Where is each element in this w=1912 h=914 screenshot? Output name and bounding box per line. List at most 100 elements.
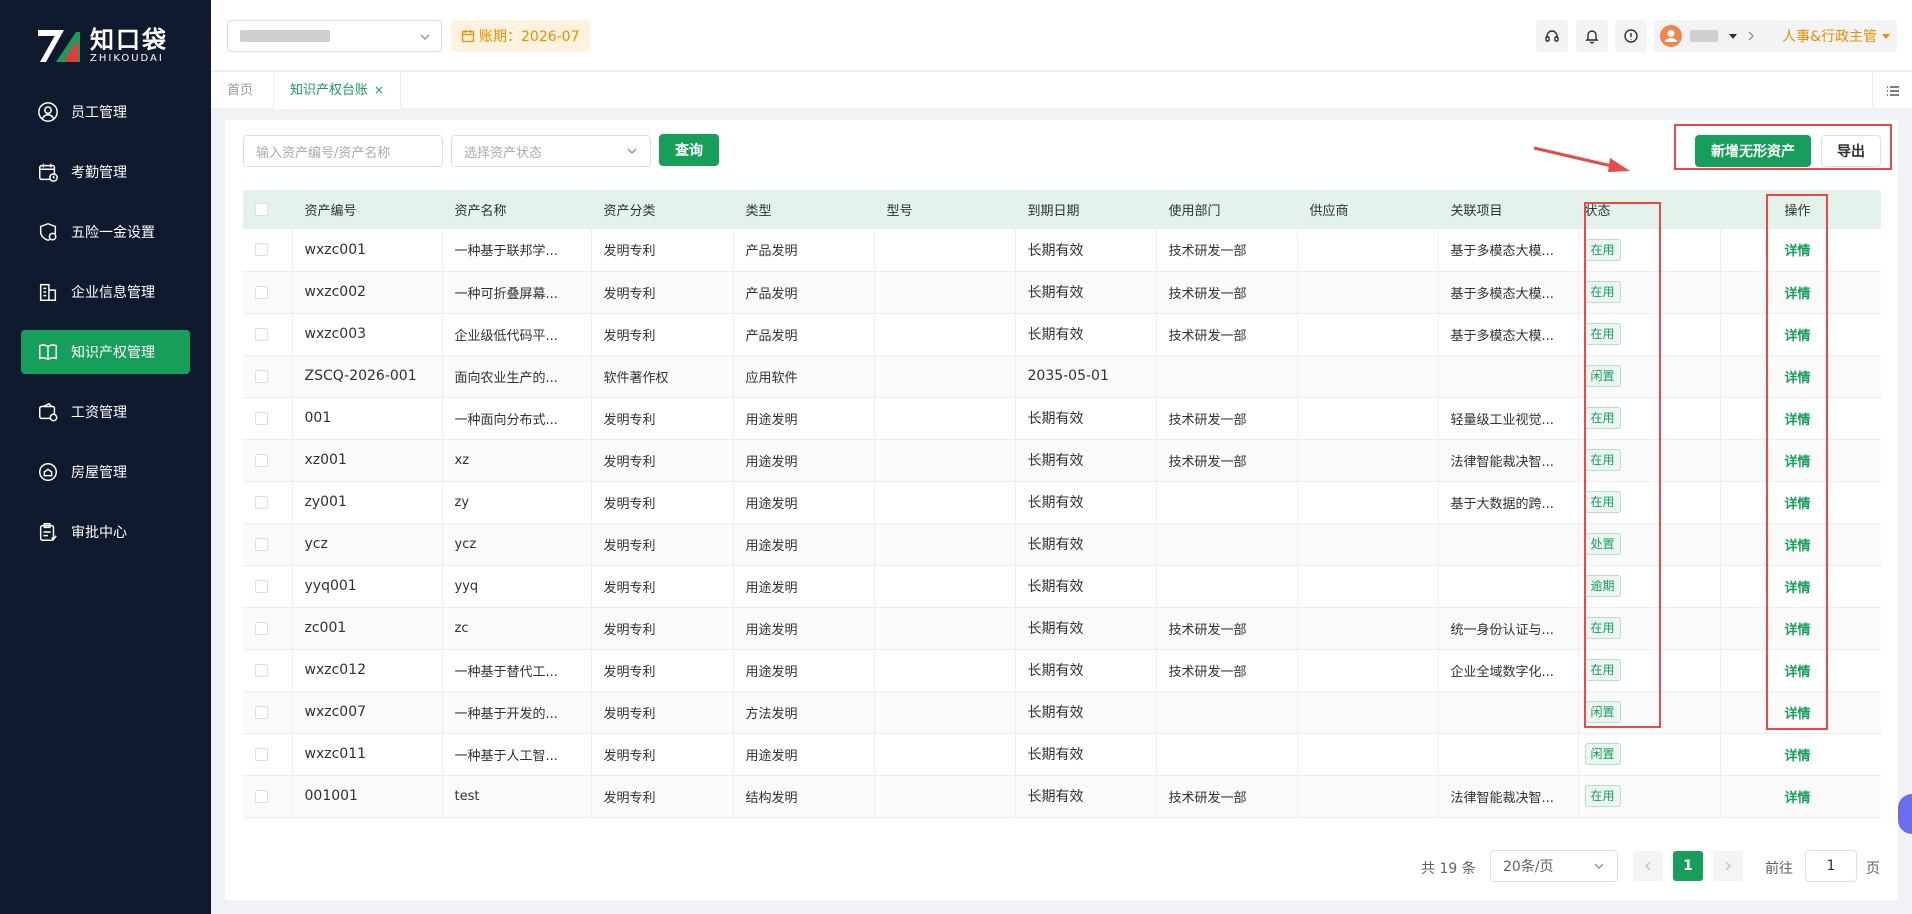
- row-checkbox[interactable]: [255, 705, 268, 719]
- row-checkbox[interactable]: [255, 789, 268, 803]
- notification-button[interactable]: [1576, 20, 1608, 52]
- prev-page-button[interactable]: [1633, 851, 1663, 881]
- sidebar-item-ip[interactable]: 知识产权管理: [21, 330, 190, 374]
- tabs-menu-button[interactable]: [1872, 72, 1912, 109]
- company-name-redacted: [240, 30, 330, 42]
- status-badge: 闲置: [1584, 365, 1621, 387]
- sidebar-item-attendance[interactable]: 考勤管理: [21, 150, 190, 194]
- table-row: wxzc011 一种基于人工智... 发明专利 用途发明 长期有效 闲置 详情: [243, 733, 1881, 776]
- sidebar-item-approval[interactable]: 审批中心: [21, 510, 190, 554]
- row-checkbox[interactable]: [255, 747, 268, 761]
- status-select[interactable]: 选择资产状态: [451, 135, 651, 167]
- row-checkbox[interactable]: [255, 621, 268, 635]
- sidebar-item-label: 房屋管理: [71, 465, 127, 481]
- row-checkbox[interactable]: [255, 663, 268, 677]
- detail-link[interactable]: 详情: [1785, 539, 1811, 554]
- page-number-current[interactable]: 1: [1673, 851, 1703, 881]
- row-checkbox[interactable]: [255, 369, 268, 383]
- row-select-cell[interactable]: [243, 439, 293, 482]
- next-page-button[interactable]: [1713, 851, 1743, 881]
- row-checkbox[interactable]: [255, 495, 268, 509]
- query-button[interactable]: 查询: [659, 134, 719, 166]
- row-select-cell[interactable]: [243, 775, 293, 818]
- sidebar: 知口袋 ZHIKOUDAI 员工管理 考勤管理 五险一金设置 企业信息管理 知识…: [0, 0, 211, 914]
- row-checkbox[interactable]: [255, 327, 268, 341]
- asset-name-cell: xz: [442, 439, 592, 482]
- asset-type-cell: 用途发明: [733, 733, 875, 776]
- chat-float-button[interactable]: [1898, 794, 1912, 834]
- status-badge: 在用: [1584, 617, 1621, 639]
- row-select-cell[interactable]: [243, 607, 293, 650]
- supplier-cell: [1297, 733, 1439, 776]
- row-checkbox[interactable]: [255, 243, 268, 257]
- row-select-cell[interactable]: [243, 481, 293, 524]
- row-select-cell[interactable]: [243, 271, 293, 314]
- status-cell: 闲置: [1578, 733, 1721, 776]
- detail-link[interactable]: 详情: [1785, 791, 1811, 806]
- project-cell: [1438, 523, 1579, 566]
- row-select-cell[interactable]: [243, 355, 293, 398]
- row-checkbox[interactable]: [255, 453, 268, 467]
- sidebar-item-salary[interactable]: 工资管理: [21, 390, 190, 434]
- page-size-select[interactable]: 20条/页: [1490, 850, 1618, 882]
- goto-label: 前往: [1765, 861, 1793, 877]
- sidebar-item-company[interactable]: 企业信息管理: [21, 270, 190, 314]
- detail-link[interactable]: 详情: [1785, 244, 1811, 259]
- row-select-cell[interactable]: [243, 397, 293, 440]
- detail-link[interactable]: 详情: [1785, 707, 1811, 722]
- goto-page-input[interactable]: 1: [1805, 850, 1857, 882]
- row-select-cell[interactable]: [243, 313, 293, 356]
- row-select-cell[interactable]: [243, 229, 293, 272]
- detail-link[interactable]: 详情: [1785, 623, 1811, 638]
- asset-type-cell: 产品发明: [733, 313, 875, 356]
- row-checkbox[interactable]: [255, 285, 268, 299]
- project-cell: 企业全域数字化...: [1438, 649, 1579, 692]
- action-cell: 详情: [1720, 439, 1881, 482]
- detail-link[interactable]: 详情: [1785, 665, 1811, 680]
- sidebar-item-housing[interactable]: 房屋管理: [21, 450, 190, 494]
- user-icon: [38, 102, 58, 122]
- sidebar-item-employee[interactable]: 员工管理: [21, 90, 190, 134]
- asset-category-cell: 发明专利: [591, 565, 734, 608]
- asset-category-cell: 发明专利: [591, 439, 734, 482]
- search-input[interactable]: 输入资产编号/资产名称: [243, 135, 443, 167]
- detail-link[interactable]: 详情: [1785, 749, 1811, 764]
- info-button[interactable]: [1615, 20, 1647, 52]
- detail-link[interactable]: 详情: [1785, 413, 1811, 428]
- add-intangible-asset-button[interactable]: 新增无形资产: [1695, 135, 1811, 167]
- action-cell: 详情: [1720, 229, 1881, 272]
- tab-home[interactable]: 首页: [227, 72, 253, 109]
- row-select-cell[interactable]: [243, 691, 293, 734]
- book-icon: [39, 344, 57, 361]
- select-all-checkbox[interactable]: [255, 203, 268, 216]
- detail-link[interactable]: 详情: [1785, 455, 1811, 470]
- status-cell: 在用: [1578, 649, 1721, 692]
- detail-link[interactable]: 详情: [1785, 329, 1811, 344]
- row-checkbox[interactable]: [255, 411, 268, 425]
- row-select-cell[interactable]: [243, 733, 293, 776]
- row-select-cell[interactable]: [243, 565, 293, 608]
- asset-model-cell: [874, 313, 1016, 356]
- chevron-down-icon: [1594, 863, 1604, 869]
- row-checkbox[interactable]: [255, 579, 268, 593]
- sidebar-item-insurance[interactable]: 五险一金设置: [21, 210, 190, 254]
- support-button[interactable]: [1536, 20, 1568, 52]
- export-button[interactable]: 导出: [1821, 135, 1881, 167]
- detail-link[interactable]: 详情: [1785, 371, 1811, 386]
- row-select-cell[interactable]: [243, 649, 293, 692]
- detail-link[interactable]: 详情: [1785, 497, 1811, 512]
- info-icon: [1624, 29, 1638, 43]
- company-select[interactable]: [227, 20, 442, 52]
- row-select-cell[interactable]: [243, 523, 293, 566]
- asset-category-cell: 发明专利: [591, 733, 734, 776]
- detail-link[interactable]: 详情: [1785, 581, 1811, 596]
- tab-ip-ledger[interactable]: 知识产权台账 ×: [273, 72, 402, 109]
- detail-link[interactable]: 详情: [1785, 287, 1811, 302]
- table-row: wxzc003 企业级低代码平... 发明专利 产品发明 长期有效 技术研发一部 基于多模态…: [243, 313, 1881, 356]
- asset-name-cell: test: [442, 775, 592, 818]
- department-cell: [1156, 691, 1298, 734]
- close-icon[interactable]: ×: [374, 83, 384, 97]
- user-menu[interactable]: 人事&行政主管: [1654, 20, 1897, 52]
- row-checkbox[interactable]: [255, 537, 268, 551]
- select-all-cell[interactable]: [243, 190, 293, 229]
